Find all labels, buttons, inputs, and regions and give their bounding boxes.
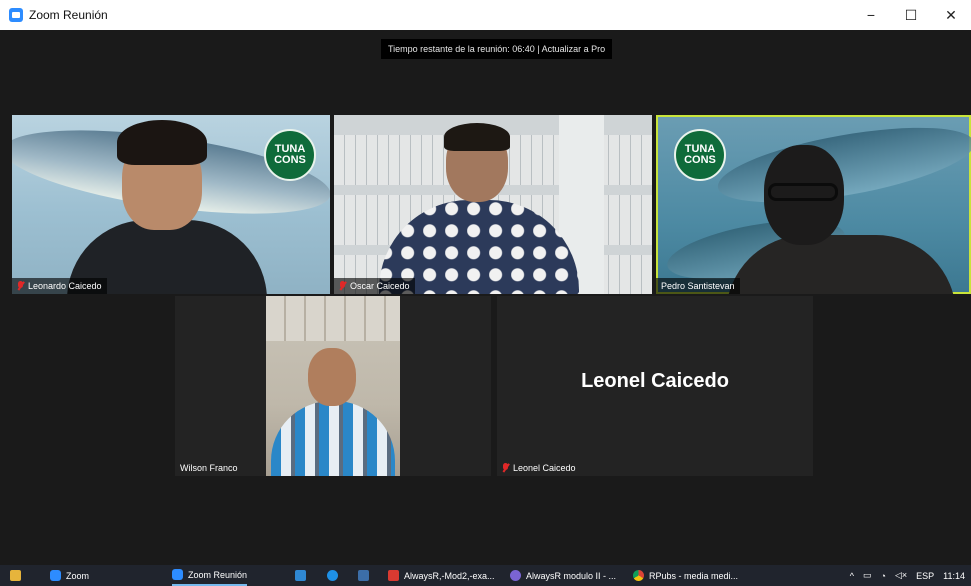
participant-name-label: Leonel Caicedo bbox=[497, 460, 581, 476]
minimize-button[interactable]: − bbox=[851, 0, 891, 30]
participant-name: Wilson Franco bbox=[180, 463, 238, 473]
taskbar-zoom[interactable]: Zoom bbox=[50, 565, 89, 586]
taskbar-store[interactable] bbox=[358, 565, 374, 586]
glasses bbox=[768, 183, 838, 201]
video-tile-oscar[interactable]: Oscar Caicedo bbox=[334, 115, 652, 294]
participant-display-name: Leonel Caicedo bbox=[581, 370, 729, 392]
participant-hair bbox=[444, 123, 510, 151]
taskbar-pdf-document[interactable]: AlwaysR,-Mod2,-exa... bbox=[388, 565, 495, 586]
pdf-icon bbox=[388, 570, 399, 581]
taskbar-browser-alwaysr[interactable]: AlwaysR modulo II - ... bbox=[510, 565, 616, 586]
mic-muted-icon bbox=[17, 281, 24, 291]
logo-text-line2: CONS bbox=[274, 154, 306, 166]
taskbar-item-label: Zoom Reunión bbox=[188, 569, 248, 580]
participant-name: Leonardo Caicedo bbox=[28, 281, 102, 291]
zoom-app-icon bbox=[9, 8, 23, 22]
participant-name: Oscar Caicedo bbox=[350, 281, 410, 291]
window-titlebar: Zoom Reunión − ☐ ✕ bbox=[0, 0, 971, 30]
windows-taskbar: Zoom Zoom Reunión AlwaysR,-Mod2,-exa... … bbox=[0, 565, 971, 586]
taskbar-chrome-rpubs[interactable]: RPubs - media medi... bbox=[633, 565, 738, 586]
folder-icon bbox=[10, 570, 21, 581]
language-indicator[interactable]: ESP bbox=[916, 571, 934, 581]
browser-icon bbox=[510, 570, 521, 581]
taskbar-item-label: AlwaysR,-Mod2,-exa... bbox=[404, 570, 495, 581]
close-button[interactable]: ✕ bbox=[931, 0, 971, 30]
window-controls: − ☐ ✕ bbox=[851, 0, 971, 30]
taskbar-item-label: Zoom bbox=[66, 570, 90, 581]
window-title: Zoom Reunión bbox=[29, 8, 108, 22]
volume-muted-icon[interactable]: ◁× bbox=[895, 570, 907, 581]
taskbar-item-label: RPubs - media medi... bbox=[649, 570, 739, 581]
maximize-button[interactable]: ☐ bbox=[891, 0, 931, 30]
zoom-icon bbox=[172, 569, 183, 580]
participant-head bbox=[308, 348, 356, 406]
video-tile-leonel-no-video[interactable]: Leonel Caicedo Leonel Caicedo bbox=[497, 296, 813, 476]
store-icon bbox=[358, 570, 369, 581]
edge-icon bbox=[327, 570, 338, 581]
participant-name: Leonel Caicedo bbox=[513, 463, 576, 473]
taskbar-zoom-reunion[interactable]: Zoom Reunión bbox=[172, 565, 248, 586]
tunacons-logo: TUNA CONS bbox=[264, 129, 316, 181]
tray-chevron-icon[interactable]: ^ bbox=[850, 571, 854, 581]
participant-name-label: Oscar Caicedo bbox=[334, 278, 415, 294]
video-tile-wilson[interactable]: Wilson Franco bbox=[175, 296, 491, 476]
network-icon[interactable]: ▭ bbox=[863, 570, 872, 581]
mic-muted-icon bbox=[502, 463, 509, 473]
clock[interactable]: 11:14 bbox=[943, 571, 965, 581]
chrome-icon bbox=[633, 570, 644, 581]
zoom-icon bbox=[50, 570, 61, 581]
participant-body bbox=[271, 401, 395, 476]
tunacons-logo: TUNA CONS bbox=[674, 129, 726, 181]
video-tile-pedro-active-speaker[interactable]: TUNA CONS Pedro Santistevan bbox=[656, 115, 971, 294]
participant-name-label: Leonardo Caicedo bbox=[12, 278, 107, 294]
mail-icon bbox=[295, 570, 306, 581]
participant-name: Pedro Santistevan bbox=[661, 281, 735, 291]
time-remaining-banner[interactable]: Tiempo restante de la reunión: 06:40 | A… bbox=[381, 39, 613, 59]
taskbar-item-label: AlwaysR modulo II - ... bbox=[526, 570, 617, 581]
logo-text-line2: CONS bbox=[684, 154, 716, 166]
taskbar-mail[interactable] bbox=[295, 565, 311, 586]
participant-name-label: Wilson Franco bbox=[175, 460, 243, 476]
taskbar-edge[interactable] bbox=[327, 565, 343, 586]
wifi-icon[interactable]: ◔ bbox=[881, 571, 886, 581]
meeting-gallery: Tiempo restante de la reunión: 06:40 | A… bbox=[0, 30, 971, 565]
participant-name-label: Pedro Santistevan bbox=[656, 278, 740, 294]
system-tray: ^ ▭ ◔ ◁× ESP 11:14 bbox=[850, 565, 965, 586]
participant-video bbox=[266, 296, 400, 476]
ceiling-background bbox=[266, 296, 400, 341]
taskbar-file-explorer[interactable] bbox=[10, 565, 26, 586]
video-tile-leonardo[interactable]: TUNA CONS Leonardo Caicedo bbox=[12, 115, 330, 294]
mic-muted-icon bbox=[339, 281, 346, 291]
participant-hair bbox=[117, 120, 207, 165]
